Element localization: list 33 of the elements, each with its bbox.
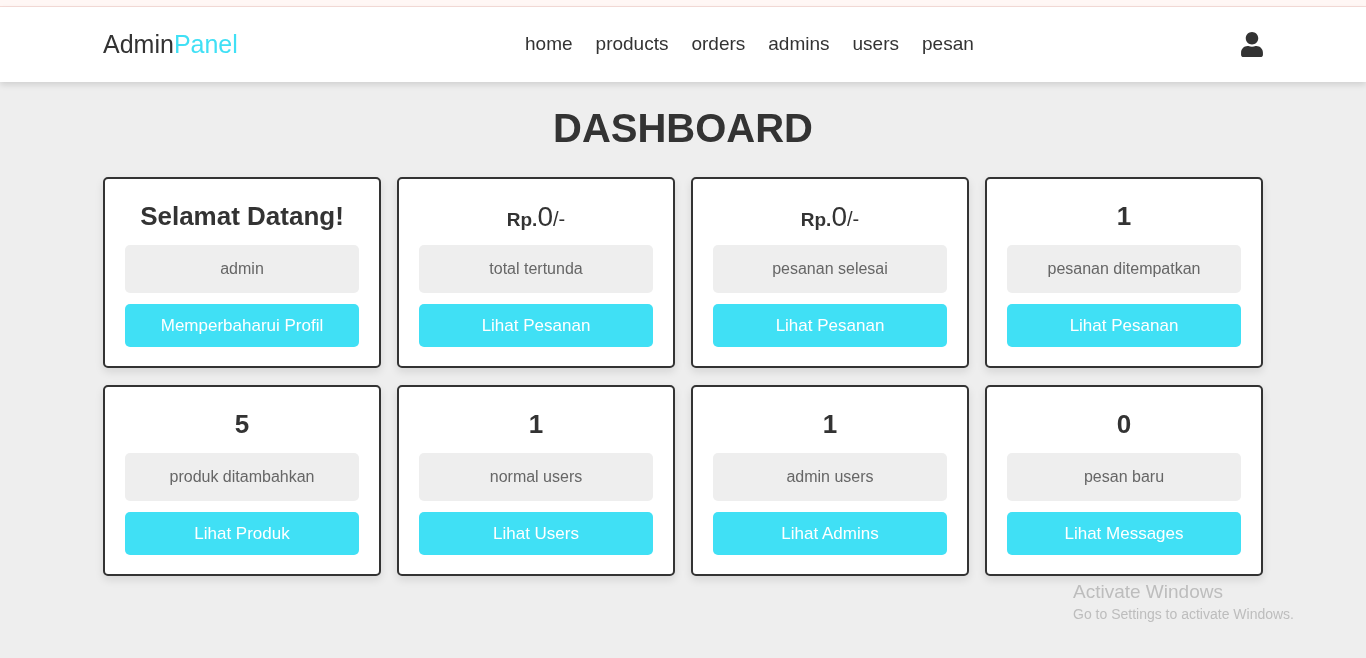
- card-label: pesan baru: [1007, 453, 1241, 501]
- amount-value: Rp.0/-: [799, 200, 861, 234]
- card-button[interactable]: Lihat Admins: [713, 512, 947, 555]
- nav-link[interactable]: users: [852, 30, 899, 59]
- card-label: total tertunda: [419, 245, 653, 293]
- amount-value: Rp.0/-: [505, 200, 567, 234]
- card-heading: 1: [821, 408, 839, 441]
- card-heading: 5: [233, 408, 251, 441]
- card-label: pesanan ditempatkan: [1007, 245, 1241, 293]
- card-heading: 0: [1115, 408, 1133, 441]
- nav-link[interactable]: home: [525, 30, 573, 59]
- card-label: normal users: [419, 453, 653, 501]
- card-button[interactable]: Lihat Pesanan: [713, 304, 947, 347]
- brand-logo[interactable]: AdminPanel: [103, 25, 238, 64]
- card-button[interactable]: Lihat Pesanan: [419, 304, 653, 347]
- card-label: admin users: [713, 453, 947, 501]
- nav-link[interactable]: admins: [768, 30, 830, 59]
- nav-link[interactable]: pesan: [922, 30, 974, 59]
- card-heading: Selamat Datang!: [139, 200, 345, 233]
- card-button[interactable]: Lihat Pesanan: [1007, 304, 1241, 347]
- card-heading: 1: [1115, 200, 1133, 233]
- card-button[interactable]: Memperbaharui Profil: [125, 304, 359, 347]
- user-icon[interactable]: [1241, 32, 1263, 57]
- card-label: produk ditambahkan: [125, 453, 359, 501]
- card-label: pesanan selesai: [713, 245, 947, 293]
- card-button[interactable]: Lihat Messages: [1007, 512, 1241, 555]
- nav-link[interactable]: orders: [691, 30, 746, 59]
- card-button[interactable]: Lihat Produk: [125, 512, 359, 555]
- nav-link[interactable]: products: [595, 30, 669, 59]
- card-label: admin: [125, 245, 359, 293]
- card-button[interactable]: Lihat Users: [419, 512, 653, 555]
- card-heading: 1: [527, 408, 545, 441]
- page-title: DASHBOARD: [552, 105, 814, 152]
